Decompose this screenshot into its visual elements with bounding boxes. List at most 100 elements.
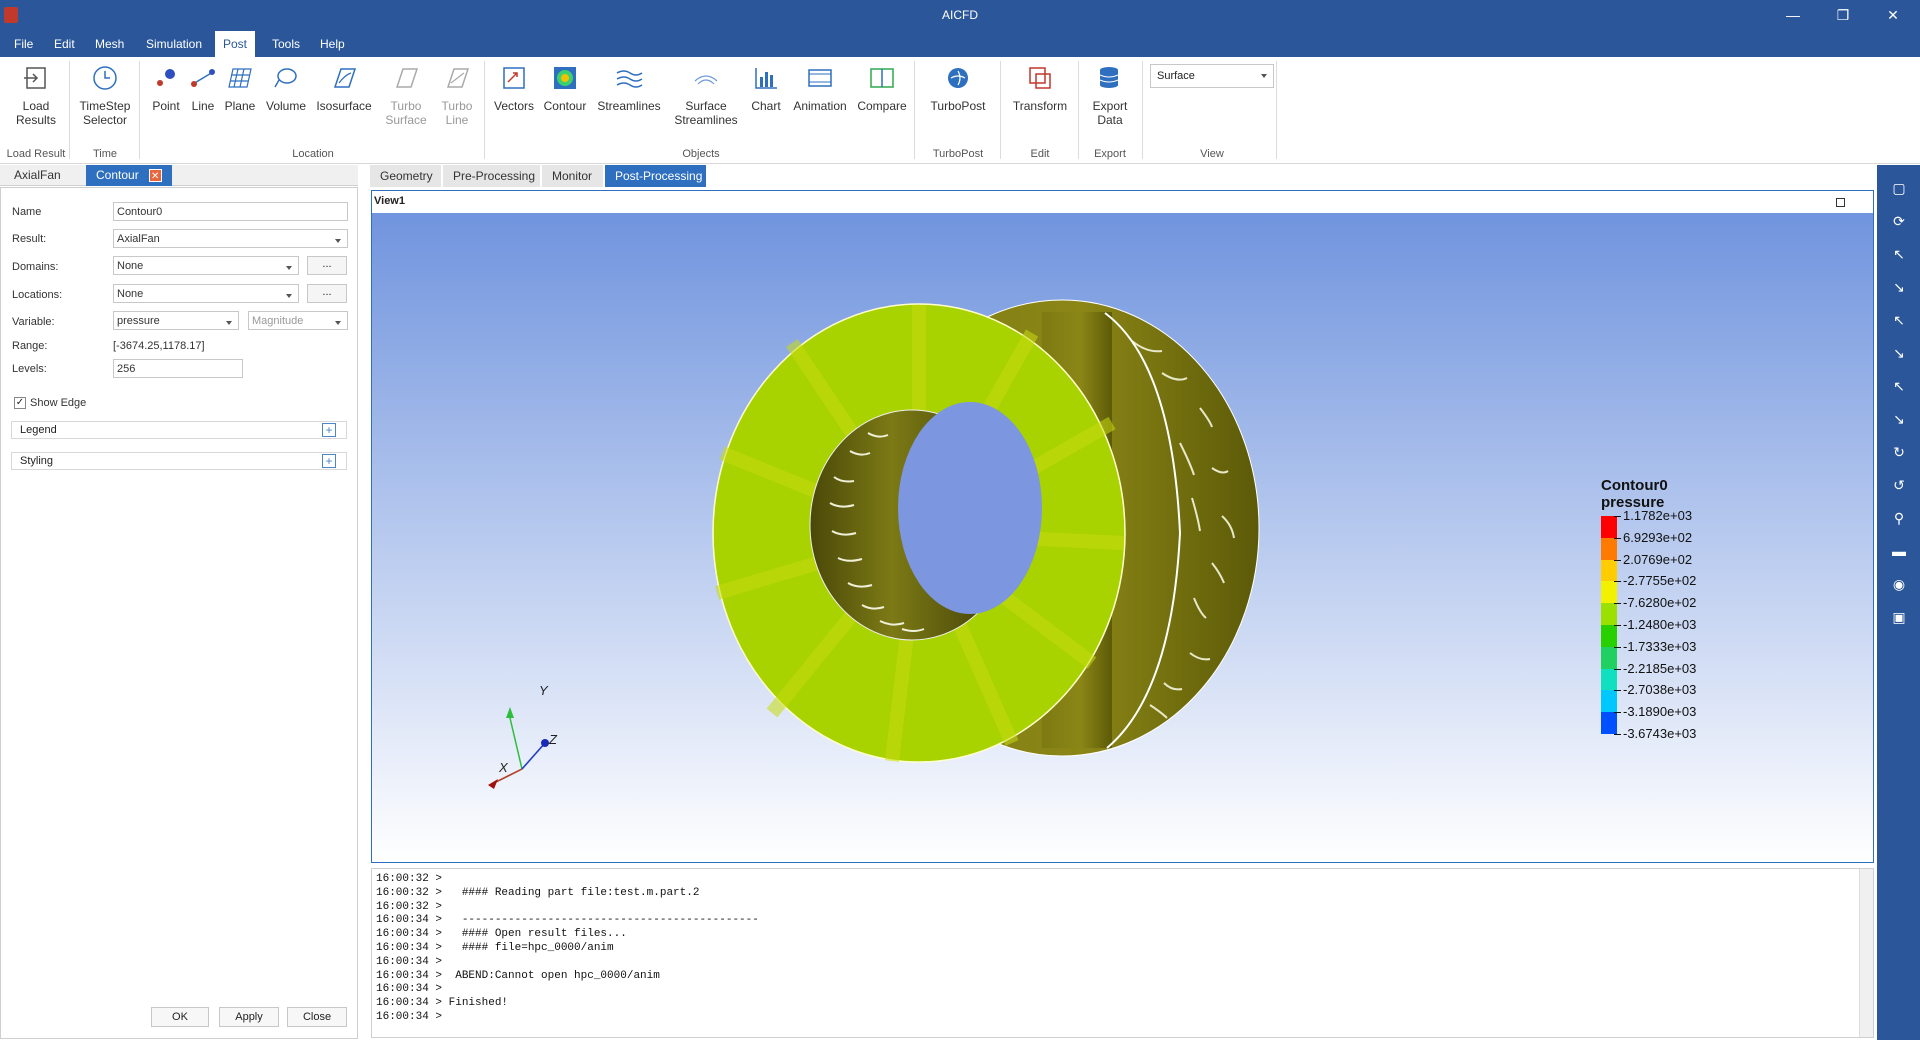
legend-tick [1614, 734, 1621, 735]
variable-select[interactable]: pressure [113, 311, 239, 330]
locations-label: Locations: [12, 289, 63, 301]
rotate-icon[interactable]: ⟳ [1888, 210, 1910, 232]
view-plus-y-icon[interactable]: ↖ [1888, 309, 1910, 331]
maximize-icon[interactable] [1836, 198, 1845, 207]
legend-color-segment [1601, 559, 1617, 582]
surface-streamlines-button[interactable]: Surface Streamlines [670, 63, 742, 127]
legend-section[interactable]: Legend + [11, 421, 347, 439]
menu-bar: File Edit Mesh Simulation Post Tools Hel… [0, 31, 1920, 57]
view-type-value: Surface [1157, 70, 1195, 82]
chevron-down-icon [286, 294, 292, 298]
name-input[interactable]: Contour0 [113, 202, 348, 221]
tab-post-processing[interactable]: Post-Processing [605, 165, 707, 187]
domains-select[interactable]: None [113, 256, 299, 275]
turbo-line-button[interactable]: Turbo Line [436, 63, 478, 127]
volume-button[interactable]: Volume [262, 63, 310, 113]
minimize-icon[interactable]: — [1770, 0, 1816, 31]
menu-edit[interactable]: Edit [46, 31, 83, 57]
legend-tick [1614, 625, 1621, 626]
console-output[interactable]: 16:00:32 >16:00:32 > #### Reading part f… [371, 868, 1874, 1038]
menu-file[interactable]: File [6, 31, 41, 57]
tab-monitor[interactable]: Monitor [542, 165, 604, 187]
contour-button[interactable]: Contour [540, 63, 590, 113]
streamlines-label: Streamlines [597, 99, 661, 113]
timestep-selector-button[interactable]: TimeStep Selector [78, 63, 132, 127]
console-scrollbar[interactable] [1859, 869, 1873, 1037]
styling-section[interactable]: Styling + [11, 452, 347, 470]
legend-value-label: -3.6743e+03 [1623, 726, 1697, 741]
styling-section-label: Styling [20, 455, 54, 467]
export-data-label: Export Data [1092, 99, 1128, 127]
variable-mode-select[interactable]: Magnitude [248, 311, 348, 330]
close-tab-icon[interactable]: ✕ [148, 169, 162, 183]
tab-geometry[interactable]: Geometry [370, 165, 442, 187]
vectors-button[interactable]: Vectors [492, 63, 536, 113]
view-minus-y-icon[interactable]: ↘ [1888, 342, 1910, 364]
console-line: 16:00:34 > -----------------------------… [376, 914, 759, 927]
menu-post[interactable]: Post [215, 31, 256, 57]
3d-viewport[interactable]: Y Z X Contour0 pressure 1.1782e+03 6.9293… [372, 213, 1873, 862]
compare-button[interactable]: Compare [854, 63, 910, 113]
turbo-surface-button[interactable]: Turbo Surface [380, 63, 432, 127]
ribbon-separator [1276, 61, 1277, 159]
menu-tools[interactable]: Tools [264, 31, 308, 57]
view-plus-x-icon[interactable]: ↖ [1888, 243, 1910, 265]
levels-input[interactable]: 256 [113, 359, 243, 378]
result-select[interactable]: AxialFan [113, 229, 348, 248]
group-location: Location [292, 148, 334, 160]
rotate-minus-90-icon[interactable]: ↺ [1888, 474, 1910, 496]
chart-button[interactable]: Chart [748, 63, 784, 113]
turbo-surface-icon [391, 63, 421, 93]
show-edge-checkbox[interactable]: ✓ [14, 397, 26, 409]
animation-button[interactable]: Animation [790, 63, 850, 113]
group-objects: Objects [682, 148, 720, 160]
locations-browse-button[interactable]: ... [307, 284, 347, 303]
tab-contour[interactable]: Contour ✕ [86, 165, 172, 186]
group-export: Export [1094, 148, 1126, 160]
legend-color-segment [1601, 537, 1617, 561]
contour-properties-panel: Name Contour0 Result: AxialFan Domains: … [0, 187, 358, 1039]
tab-axialfan[interactable]: AxialFan [4, 165, 71, 186]
point-button[interactable]: Point [148, 63, 184, 113]
apply-button[interactable]: Apply [219, 1007, 279, 1027]
locations-select[interactable]: None [113, 284, 299, 303]
streamlines-button[interactable]: Streamlines [594, 63, 664, 113]
view-plus-z-icon[interactable]: ↖ [1888, 375, 1910, 397]
close-icon[interactable]: ✕ [1870, 0, 1916, 31]
menu-help[interactable]: Help [312, 31, 353, 57]
view-minus-x-icon[interactable]: ↘ [1888, 276, 1910, 298]
console-line: 16:00:34 > #### file=hpc_0000/anim [376, 942, 614, 954]
tab-pre-processing[interactable]: Pre-Processing [443, 165, 541, 187]
zoom-icon[interactable]: ⚲ [1888, 507, 1910, 529]
export-data-button[interactable]: Export Data [1084, 63, 1136, 127]
domains-browse-button[interactable]: ... [307, 256, 347, 275]
turbopost-button[interactable]: TurboPost [924, 63, 992, 113]
expand-plus-icon[interactable]: + [322, 454, 336, 468]
menu-simulation[interactable]: Simulation [138, 31, 210, 57]
window-title: AICFD [942, 8, 978, 22]
palette-icon[interactable]: ◉ [1888, 573, 1910, 595]
legend-color-segment [1601, 668, 1617, 691]
transform-button[interactable]: Transform [1008, 63, 1072, 113]
ok-button[interactable]: OK [151, 1007, 209, 1027]
menu-mesh[interactable]: Mesh [87, 31, 132, 57]
close-button[interactable]: Close [287, 1007, 347, 1027]
isosurface-button[interactable]: Isosurface [314, 63, 374, 113]
animation-label: Animation [793, 99, 847, 113]
legend-color-segment [1601, 581, 1617, 604]
view-minus-z-icon[interactable]: ↘ [1888, 408, 1910, 430]
ruler-icon[interactable]: ▬ [1888, 540, 1910, 562]
camera-icon[interactable]: ▣ [1888, 606, 1910, 628]
legend-title: Contour0 pressure [1601, 477, 1668, 511]
load-results-button[interactable]: Load Results [12, 63, 60, 127]
vectors-label: Vectors [493, 99, 535, 113]
restore-icon[interactable]: ❐ [1820, 0, 1866, 31]
line-button[interactable]: Line [186, 63, 220, 113]
result-value: AxialFan [117, 233, 160, 245]
rotate-90-icon[interactable]: ↻ [1888, 441, 1910, 463]
expand-plus-icon[interactable]: + [322, 423, 336, 437]
group-edit: Edit [1030, 148, 1050, 160]
view-type-select[interactable]: Surface [1150, 64, 1274, 88]
plane-button[interactable]: Plane [222, 63, 258, 113]
fit-view-icon[interactable]: ▢ [1888, 177, 1910, 199]
